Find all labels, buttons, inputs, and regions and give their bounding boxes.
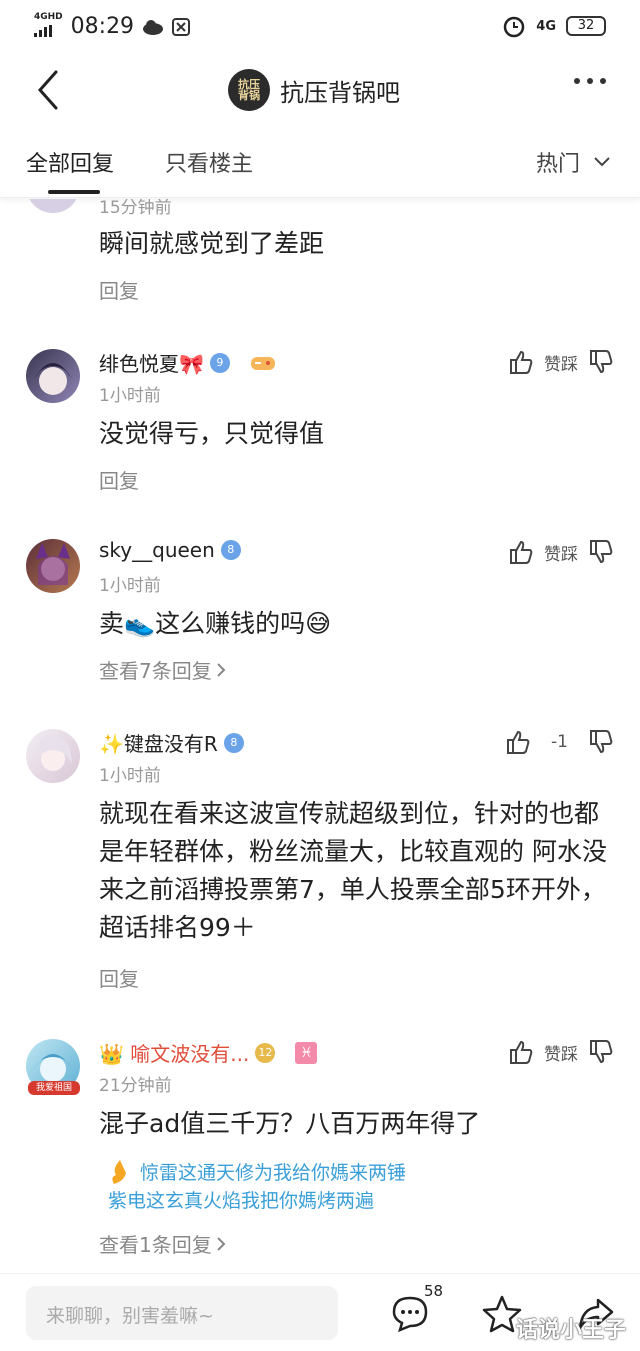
signal-label: 4GHD	[34, 12, 63, 22]
avatar-illustration	[34, 736, 72, 771]
chevron-right-icon	[217, 1236, 226, 1251]
avatar[interactable]	[26, 349, 80, 403]
comment-feed[interactable]: 15分钟前 瞬间就感觉到了差距 回复 绯色悦夏🎀 9 赞踩 1小时前 没觉得亏，…	[0, 199, 640, 1273]
thumbs-up-icon[interactable]	[508, 1039, 534, 1065]
comment-time: 21分钟前	[99, 1076, 172, 1096]
comment-item: sky__queen 8 赞踩 1小时前 卖👟这么赚钱的吗😅 查看7条回复	[0, 529, 640, 709]
thumbs-up-icon[interactable]	[508, 349, 534, 375]
forum-title: 抗压背锅吧	[280, 78, 400, 107]
battery-indicator: 32	[566, 16, 606, 36]
comment-text: 就现在看来这波宣传就超级到位，针对的也都是年轻群体，粉丝流量大，比较直观的 阿水…	[99, 799, 607, 942]
vote-actions: 赞踩	[508, 349, 614, 375]
status-right: 4G 32	[502, 14, 606, 38]
avatar-tag: 我爱祖国	[28, 1081, 80, 1095]
reply-button[interactable]: 回复	[99, 465, 139, 494]
comment-time: 1小时前	[99, 576, 161, 596]
flame-icon	[112, 1160, 126, 1184]
back-arrow-icon[interactable]	[34, 68, 64, 112]
chevron-right-icon	[217, 662, 226, 677]
vote-label: 赞踩	[544, 544, 578, 565]
username-text: 👑 喻文波没有...	[99, 1042, 250, 1066]
thumbs-down-icon[interactable]	[588, 1039, 614, 1065]
comment-count: 58	[424, 1282, 444, 1300]
clock: 08:29	[70, 14, 135, 39]
comment-input[interactable]: 来聊聊，别害羞嘛~	[26, 1286, 338, 1340]
level-badge: 8	[220, 540, 241, 560]
sort-label: 热门	[535, 152, 580, 177]
comment-text: 瞬间就感觉到了差距	[99, 229, 325, 258]
thumbs-down-icon[interactable]	[588, 729, 614, 755]
zodiac-badge: ♓	[295, 1041, 318, 1064]
username-text: ✨键盘没有R	[99, 732, 218, 756]
username-text: 绯色悦夏🎀	[99, 352, 204, 376]
bottom-action-bar: 来聊聊，别害羞嘛~ 58 话说小王子	[0, 1273, 640, 1351]
thumbs-up-icon[interactable]	[508, 539, 534, 565]
thumbs-up-icon[interactable]	[505, 729, 531, 755]
view-replies-link[interactable]: 查看7条回复	[99, 655, 226, 684]
comment-time: 15分钟前	[99, 199, 172, 218]
avatar[interactable]	[26, 539, 80, 593]
avatar-illustration	[34, 363, 72, 395]
forum-avatar-text: 抗压背锅	[238, 78, 260, 102]
comment-time: 1小时前	[99, 386, 161, 406]
reply-button[interactable]: 回复	[99, 963, 139, 992]
comment-time: 1小时前	[99, 766, 161, 786]
vote-label: 赞踩	[544, 354, 578, 375]
comment-item: ✨键盘没有R 8 -1 1小时前 就现在看来这波宣传就超级到位，针对的也都是年轻…	[0, 719, 640, 1019]
tail-text-line2: 紫电这玄真火焰我把你媽烤两遍	[108, 1190, 375, 1212]
nav-bar: 抗压背锅 抗压背锅吧	[0, 60, 640, 122]
tail-text-line1: 惊雷这通天修为我给你媽来两锤	[140, 1162, 407, 1184]
active-tab-indicator	[48, 190, 100, 194]
comment-item: 15分钟前 瞬间就感觉到了差距 回复	[0, 199, 640, 329]
level-badge: 8	[223, 732, 244, 753]
username[interactable]: 👑 喻文波没有... 12 ♓	[99, 1038, 318, 1067]
thumbs-down-icon[interactable]	[588, 539, 614, 565]
notification-x-icon	[172, 17, 191, 36]
chevron-down-icon	[594, 157, 610, 167]
more-options-icon[interactable]	[574, 78, 606, 84]
signal-bars-icon	[34, 25, 52, 37]
avatar-illustration	[36, 543, 70, 585]
signal-indicator: 4GHD	[34, 12, 63, 41]
level-badge: 12	[255, 1042, 276, 1063]
username[interactable]: sky__queen 8	[99, 538, 241, 562]
avatar[interactable]	[26, 729, 80, 783]
view-replies-label: 查看7条回复	[99, 659, 212, 683]
comment-text: 混子ad值三千万？八百万两年得了	[99, 1109, 481, 1138]
avatar[interactable]	[26, 199, 80, 213]
vote-actions: -1	[505, 729, 614, 755]
tab-op-only[interactable]: 只看楼主	[165, 146, 253, 178]
username[interactable]: 绯色悦夏🎀 9	[99, 348, 276, 377]
forum-avatar: 抗压背锅	[228, 69, 270, 111]
comment-bubble-icon[interactable]	[390, 1294, 430, 1334]
reply-tabs: 全部回复 只看楼主 热门	[0, 134, 640, 198]
forum-header[interactable]: 抗压背锅 抗压背锅吧	[228, 68, 400, 112]
comment-text: 没觉得亏，只觉得值	[99, 419, 325, 448]
comment-item: 绯色悦夏🎀 9 赞踩 1小时前 没觉得亏，只觉得值 回复	[0, 339, 640, 519]
game-controller-icon	[250, 356, 275, 370]
watermark: 话说小王子	[515, 1318, 626, 1343]
alarm-clock-icon	[504, 16, 525, 38]
network-type: 4G	[536, 18, 556, 34]
weather-cloud-icon	[143, 19, 164, 35]
vote-score: -1	[551, 732, 568, 752]
reply-button[interactable]: 回复	[99, 275, 139, 304]
vote-actions: 赞踩	[508, 1039, 614, 1065]
level-badge: 9	[209, 352, 230, 373]
tab-all-replies[interactable]: 全部回复	[26, 146, 114, 178]
username-text: sky__queen	[99, 538, 215, 562]
view-replies-link[interactable]: 查看1条回复	[99, 1229, 226, 1258]
comment-text: 卖👟这么赚钱的吗😅	[99, 609, 332, 638]
view-replies-label: 查看1条回复	[99, 1233, 212, 1257]
vote-label: 赞踩	[544, 1044, 578, 1065]
thumbs-down-icon[interactable]	[588, 349, 614, 375]
username[interactable]: ✨键盘没有R 8	[99, 728, 244, 757]
vote-actions: 赞踩	[508, 539, 614, 565]
sort-dropdown[interactable]: 热门	[536, 146, 610, 178]
status-left: 4GHD 08:29	[34, 12, 191, 41]
status-bar: 4GHD 08:29 4G 32	[0, 0, 640, 52]
comment-item: 我爱祖国 👑 喻文波没有... 12 ♓ 赞踩 21分钟前 混子ad值三千万？八…	[0, 1029, 640, 1269]
